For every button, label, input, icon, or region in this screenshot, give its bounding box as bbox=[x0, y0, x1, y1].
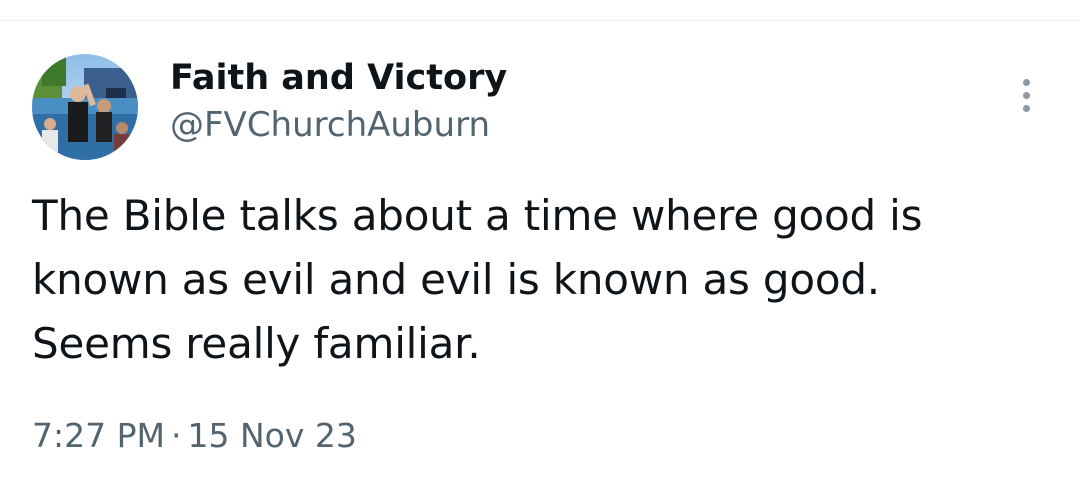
tweet-card: Faith and Victory @FVChurchAuburn The Bi… bbox=[0, 0, 1080, 491]
tweet-timestamp[interactable]: 7:27 PM · 15 Nov 23 bbox=[32, 412, 357, 460]
more-vertical-icon-dot-2 bbox=[1022, 91, 1030, 99]
author-block: Faith and Victory @FVChurchAuburn bbox=[170, 56, 507, 148]
more-vertical-icon-dot-3 bbox=[1022, 104, 1030, 112]
tweet-date: 15 Nov 23 bbox=[187, 416, 357, 455]
display-name[interactable]: Faith and Victory bbox=[170, 56, 507, 100]
tweet-text-line: Seems really familiar. bbox=[32, 319, 481, 368]
tweet-text: The Bible talks about a time where good … bbox=[32, 184, 1042, 376]
more-options-button[interactable] bbox=[1008, 74, 1044, 116]
user-handle[interactable]: @FVChurchAuburn bbox=[170, 102, 507, 148]
tweet-text-line: known as evil and evil is known as good. bbox=[32, 255, 880, 304]
more-vertical-icon bbox=[1022, 78, 1030, 86]
meta-separator: · bbox=[170, 416, 182, 455]
profile-photo-icon bbox=[32, 54, 138, 160]
avatar[interactable] bbox=[32, 54, 138, 160]
tweet-text-line: The Bible talks about a time where good … bbox=[32, 191, 923, 240]
tweet-time: 7:27 PM bbox=[32, 416, 165, 455]
top-divider bbox=[0, 20, 1080, 21]
